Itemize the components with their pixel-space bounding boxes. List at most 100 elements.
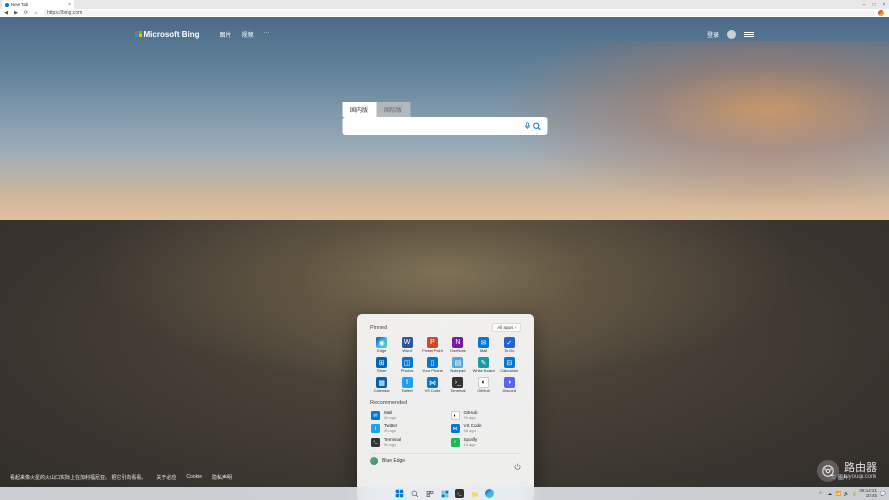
rec-vs-code[interactable]: ⋈VS Code46 ago (450, 423, 522, 434)
rec-sub: 2h ago (464, 416, 478, 420)
app-icon: ◉ (376, 337, 387, 348)
app-label: Twitter (401, 389, 413, 393)
bing-logo[interactable]: Microsoft Bing (135, 30, 200, 39)
app-icon: ›_ (452, 377, 463, 388)
rec-twitter[interactable]: tTwitter2h ago (370, 423, 442, 434)
app-label: Your Phone (422, 369, 443, 373)
rec-terminal[interactable]: ›_Terminal5h ago (370, 437, 442, 448)
pinned-heading: Pinned (370, 325, 387, 331)
rec-github[interactable]: ◐GitHub2h ago (450, 410, 522, 421)
app-terminal[interactable]: ›_Terminal (446, 376, 469, 394)
watermark: 路由器 luyouqi.com (817, 460, 877, 482)
app-discord[interactable]: ◑Discord (498, 376, 521, 394)
nav-images[interactable]: 图片 (220, 30, 232, 39)
rec-sub: 46 ago (464, 429, 482, 433)
window-close-button[interactable]: × (879, 0, 889, 9)
app-powerpoint[interactable]: PPowerPoint (421, 336, 444, 354)
search-input[interactable] (347, 123, 522, 130)
app-icon: P (427, 337, 438, 348)
window-maximize-button[interactable]: □ (869, 0, 879, 9)
tray-chevron-icon[interactable]: ^ (819, 491, 824, 496)
onedrive-icon[interactable]: ☁ (827, 491, 832, 496)
app-icon: W (402, 337, 413, 348)
footer-link-about[interactable]: 关于必应 (156, 474, 176, 481)
tab-international[interactable]: 国际版 (376, 102, 410, 117)
all-apps-button[interactable]: All apps › (492, 323, 521, 332)
app-notepad[interactable]: ▤Notepad (446, 356, 469, 374)
image-info-text[interactable]: 看起来像火星的火山口实际上在加利福尼亚。 把它引向看看。 (10, 474, 146, 481)
hamburger-menu-icon[interactable] (744, 29, 754, 39)
app-label: Discord (503, 389, 517, 393)
browser-toolbar: ◀ ▶ ⟳ ⌂ https://bing.com (0, 9, 889, 17)
rec-icon: ›_ (371, 438, 380, 447)
taskbar-terminal-icon[interactable]: ›_ (455, 489, 464, 498)
nav-more[interactable]: ··· (264, 30, 270, 39)
volume-icon[interactable]: 🔊 (843, 491, 848, 496)
app-label: Word (402, 349, 411, 353)
app-word[interactable]: WWord (395, 336, 418, 354)
app-your-phone[interactable]: ▯Your Phone (421, 356, 444, 374)
app-onenote[interactable]: NOneNote (446, 336, 469, 354)
power-icon[interactable] (514, 457, 521, 464)
app-icon: ◫ (402, 357, 413, 368)
taskbar-search-icon[interactable] (410, 489, 419, 498)
wifi-icon[interactable]: 📶 (835, 491, 840, 496)
taskbar-edge-icon[interactable] (485, 489, 494, 498)
battery-icon[interactable]: 🔋 (851, 491, 856, 496)
mic-icon[interactable] (522, 121, 532, 131)
back-button[interactable]: ◀ (3, 10, 9, 16)
app-calculator[interactable]: ⊟Calculator (498, 356, 521, 374)
app-mail[interactable]: ✉Mail (472, 336, 496, 354)
nav-video[interactable]: 视频 (242, 30, 254, 39)
address-bar[interactable]: https://bing.com (43, 10, 874, 16)
pinned-grid: ◉EdgeWWordPPowerPointNOneNote✉Mail✓To Do… (370, 336, 521, 394)
app-github[interactable]: ◐GitHub (472, 376, 496, 394)
search-scope-tabs: 国内版 国际版 (342, 102, 547, 117)
footer-link-privacy[interactable]: 隐私声明 (212, 474, 232, 481)
app-white-board[interactable]: ✎White Board (472, 356, 496, 374)
taskbar-clock[interactable]: 08:14:21 10:45 (859, 489, 877, 498)
forward-button[interactable]: ▶ (13, 10, 19, 16)
search-box[interactable] (342, 117, 547, 135)
app-to-do[interactable]: ✓To Do (498, 336, 521, 354)
watermark-logo-icon (817, 460, 839, 482)
start-button[interactable] (395, 489, 404, 498)
search-icon[interactable] (532, 121, 542, 131)
task-view-icon[interactable] (425, 489, 434, 498)
voice-search-icon[interactable] (878, 10, 884, 16)
app-photos[interactable]: ◫Photos (395, 356, 418, 374)
widgets-icon[interactable] (440, 489, 449, 498)
tab-domestic[interactable]: 国内版 (342, 102, 376, 117)
user-avatar-icon[interactable] (727, 30, 736, 39)
user-name[interactable]: Blue Edge (382, 458, 405, 464)
app-edge[interactable]: ◉Edge (370, 336, 393, 354)
app-label: GitHub (477, 389, 489, 393)
taskbar-explorer-icon[interactable] (470, 489, 479, 498)
rec-icon: ⋈ (451, 424, 460, 433)
app-calendar[interactable]: ▦Calendar (370, 376, 393, 394)
rec-spotify[interactable]: ♪Spotify1h ago (450, 437, 522, 448)
login-link[interactable]: 登录 (707, 30, 719, 39)
app-label: VS Code (424, 389, 440, 393)
start-menu: Pinned All apps › ◉EdgeWWordPPowerPointN… (357, 314, 534, 500)
app-icon: ▦ (376, 377, 387, 388)
footer-link-cookie[interactable]: Cookie (186, 474, 202, 480)
watermark-title: 路由器 (844, 463, 877, 474)
close-tab-icon[interactable]: × (68, 2, 71, 8)
home-button[interactable]: ⌂ (33, 10, 39, 16)
rec-sub: 2h ago (384, 429, 397, 433)
rec-mail[interactable]: ✉Mail3h ago (370, 410, 442, 421)
app-twitter[interactable]: tTwitter (395, 376, 418, 394)
notifications-icon[interactable]: 💬 (880, 491, 885, 496)
app-icon: ✉ (478, 337, 489, 348)
browser-tab[interactable]: New Tab × (2, 0, 74, 9)
user-avatar-start[interactable] (370, 457, 378, 465)
window-minimize-button[interactable]: – (859, 0, 869, 9)
reload-button[interactable]: ⟳ (23, 10, 29, 16)
app-label: Photos (401, 369, 413, 373)
app-store[interactable]: ⊞Store (370, 356, 393, 374)
rec-icon: ◐ (451, 411, 460, 420)
app-vs-code[interactable]: ⋈VS Code (421, 376, 444, 394)
system-tray: ^ ☁ 📶 🔊 🔋 08:14:21 10:45 💬 (819, 489, 885, 498)
app-label: Store (377, 369, 387, 373)
